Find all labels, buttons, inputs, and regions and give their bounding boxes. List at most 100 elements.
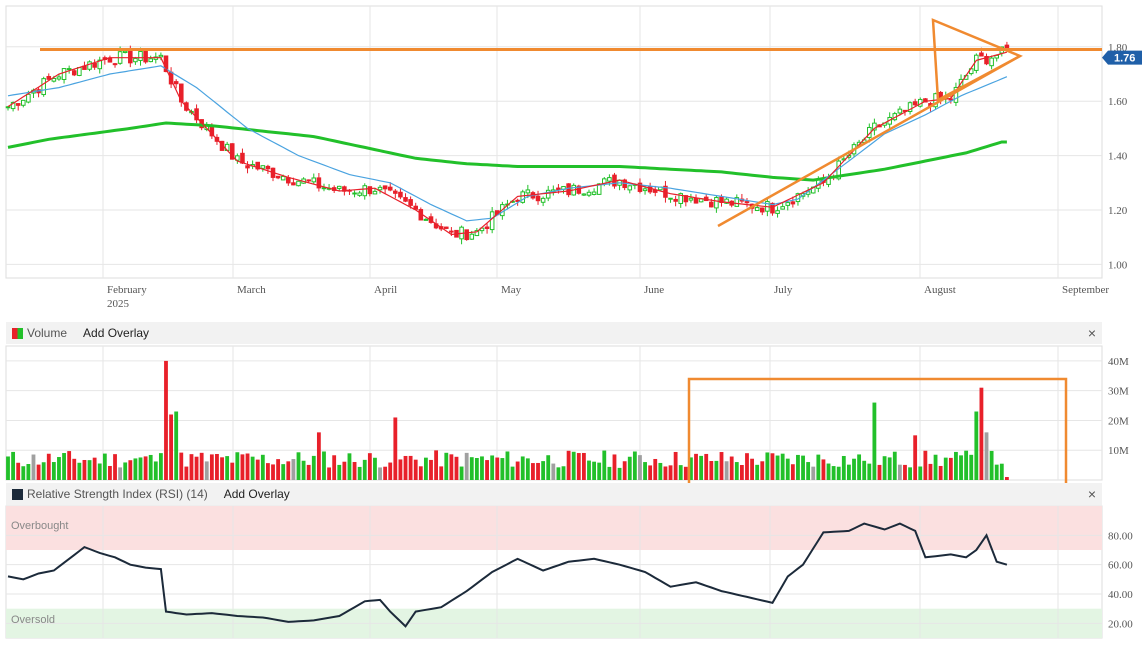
candle-body — [311, 177, 317, 183]
price-ytick-label: 1.20 — [1108, 205, 1128, 217]
candle-body — [566, 183, 571, 196]
candle-body — [775, 210, 780, 214]
volume-bar — [388, 462, 393, 480]
volume-bar — [653, 458, 658, 480]
candle-body — [296, 180, 301, 187]
rsi-title: Relative Strength Index (RSI) (14) — [27, 487, 208, 501]
volume-bar — [204, 461, 209, 480]
volume-bar — [841, 455, 846, 480]
volume-bar — [923, 450, 928, 480]
volume-bar — [954, 451, 958, 480]
candle-body — [286, 177, 291, 184]
volume-bar — [322, 451, 326, 480]
volume-bar — [546, 455, 551, 480]
volume-bar — [938, 465, 943, 480]
volume-add-overlay-button[interactable]: Add Overlay — [83, 326, 149, 340]
volume-bar — [194, 456, 199, 480]
volume-bar — [398, 459, 403, 480]
volume-bar — [311, 455, 316, 480]
volume-bar — [714, 460, 719, 480]
volume-bar — [250, 456, 255, 480]
volume-bar — [429, 459, 433, 480]
volume-bar — [510, 466, 515, 480]
volume-bar — [41, 462, 46, 480]
volume-icon — [12, 327, 23, 339]
candle-body — [245, 165, 250, 169]
volume-bar — [979, 387, 984, 480]
volume-bar — [138, 457, 143, 480]
rsi-close-icon[interactable]: × — [1088, 486, 1096, 502]
volume-bar — [373, 457, 377, 480]
volume-bar — [724, 461, 729, 480]
volume-bar — [255, 459, 260, 480]
candle-body — [897, 108, 903, 114]
volume-bar — [704, 453, 709, 480]
candle-body — [979, 52, 984, 57]
volume-bar — [531, 463, 535, 480]
volume-bar — [11, 451, 16, 480]
candle-body — [668, 197, 673, 200]
candle-body — [387, 186, 393, 191]
volume-bar — [383, 466, 388, 480]
volume-bar — [505, 451, 510, 480]
candle-body — [41, 78, 46, 96]
volume-bar — [174, 411, 179, 480]
volume-bar — [6, 456, 10, 480]
volume-bar — [215, 454, 219, 480]
volume-bar — [316, 432, 321, 480]
candle-body — [540, 197, 546, 203]
volume-bar — [826, 463, 831, 480]
month-label-april: April — [374, 284, 397, 296]
volume-close-icon[interactable]: × — [1088, 325, 1096, 341]
candle-body — [688, 197, 694, 201]
volume-bar — [755, 464, 760, 480]
volume-bar — [164, 360, 168, 480]
month-label-august: August — [924, 284, 956, 296]
volume-bar — [668, 465, 673, 480]
volume-bar — [587, 460, 591, 480]
volume-bar — [627, 456, 632, 480]
candle-body — [280, 175, 286, 181]
volume-bar — [790, 464, 795, 480]
volume-bar — [877, 464, 882, 480]
candle-body — [5, 106, 11, 109]
rsi-panel-header: Relative Strength Index (RSI) (14) Add O… — [6, 483, 1102, 505]
volume-bar — [622, 461, 627, 480]
volume-bar — [862, 460, 867, 480]
volume-bar — [658, 462, 663, 480]
rsi-icon — [12, 488, 23, 500]
volume-bar — [87, 460, 92, 480]
volume-bar — [230, 462, 235, 480]
volume-bar — [306, 464, 311, 480]
volume-bar — [989, 450, 994, 480]
overbought-band — [6, 506, 1102, 550]
volume-bar — [113, 454, 117, 480]
candle-body — [642, 188, 648, 192]
volume-bar — [367, 453, 372, 480]
candle-body — [173, 81, 179, 85]
volume-bar — [67, 451, 72, 480]
volume-bar — [179, 452, 184, 480]
volume-bar — [632, 451, 637, 480]
volume-bar — [480, 456, 484, 480]
candle-body — [143, 50, 148, 63]
volume-bar — [592, 461, 597, 480]
rsi-add-overlay-button[interactable]: Add Overlay — [224, 487, 290, 501]
volume-bar — [811, 466, 816, 480]
candle-body — [627, 185, 633, 191]
volume-bar — [994, 464, 999, 480]
volume-bar — [897, 464, 902, 480]
volume-bar — [780, 453, 785, 480]
volume-bar — [281, 464, 286, 480]
candle-body — [240, 152, 245, 164]
volume-bar — [393, 417, 398, 480]
volume-bar — [734, 462, 739, 480]
overbought-label: Overbought — [11, 520, 68, 532]
volume-bar — [892, 451, 897, 480]
volume-bar — [245, 453, 250, 480]
volume-bar — [169, 414, 173, 480]
volume-bar — [469, 457, 474, 480]
volume-bar — [286, 461, 291, 480]
volume-bar — [918, 466, 923, 480]
volume-bar — [342, 461, 347, 480]
